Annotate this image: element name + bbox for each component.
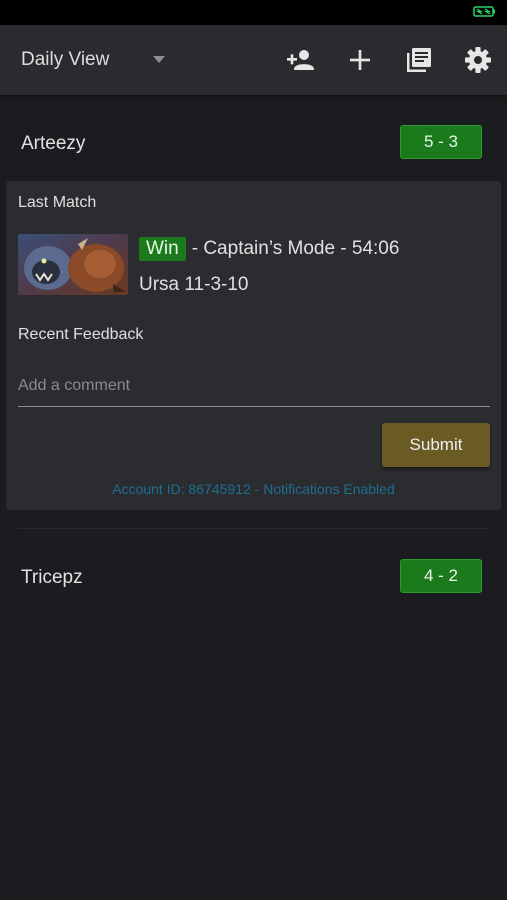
add-button[interactable]	[345, 45, 375, 75]
win-loss-badge: 4 - 2	[400, 559, 482, 593]
chevron-down-icon[interactable]	[153, 56, 165, 64]
add-person-button[interactable]	[286, 45, 316, 75]
add-person-icon	[287, 50, 314, 70]
last-match-card: Last Match Win - Captain’s Mode - 54:06	[6, 181, 501, 510]
library-button[interactable]	[404, 45, 434, 75]
view-selector-label: Daily View	[21, 49, 110, 70]
match-mode-duration: - Captain’s Mode - 54:06	[191, 238, 400, 259]
library-books-icon	[407, 48, 431, 72]
player-name: Tricepz	[21, 567, 83, 588]
player-name: Arteezy	[21, 133, 86, 154]
comment-input[interactable]	[18, 365, 490, 407]
match-summary: Win - Captain’s Mode - 54:06	[139, 237, 399, 261]
win-loss-badge: 5 - 3	[400, 125, 482, 159]
player-row-arteezy[interactable]: Arteezy 5 - 3	[0, 125, 507, 165]
battery-charging-icon	[473, 6, 495, 17]
submit-button[interactable]: Submit	[382, 423, 490, 467]
settings-button[interactable]	[463, 45, 493, 75]
player-row-tricepz[interactable]: Tricepz 4 - 2	[0, 559, 507, 599]
account-info-link[interactable]: Account ID: 86745912 - Notifications Ena…	[6, 481, 501, 497]
hero-image	[18, 234, 128, 295]
gear-icon	[465, 47, 491, 73]
status-bar	[0, 0, 507, 25]
match-result-badge: Win	[139, 237, 186, 261]
hero-portrait	[18, 234, 128, 295]
last-match-heading: Last Match	[18, 194, 97, 211]
app-toolbar: Daily View	[0, 25, 507, 95]
plus-icon	[350, 50, 370, 70]
divider	[18, 528, 490, 529]
recent-feedback-heading: Recent Feedback	[18, 326, 144, 343]
hero-kda: Ursa 11-3-10	[139, 274, 249, 295]
view-selector[interactable]: Daily View	[21, 47, 109, 73]
